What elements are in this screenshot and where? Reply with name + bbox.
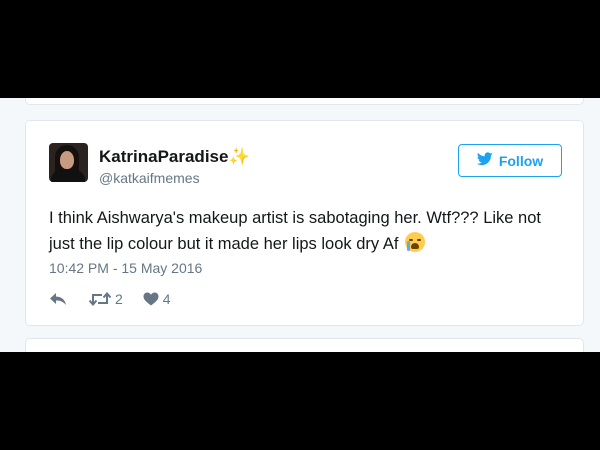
retweet-button[interactable]: 2	[89, 291, 123, 307]
like-button[interactable]: 4	[143, 291, 171, 307]
retweet-icon	[89, 292, 111, 306]
tweet-actions: 2 4	[49, 287, 171, 311]
like-count: 4	[162, 291, 171, 307]
follow-label: Follow	[498, 152, 544, 169]
twitter-bird-icon	[476, 152, 493, 169]
avatar[interactable]	[49, 143, 88, 182]
next-tweet-card	[25, 338, 584, 352]
tweet-timestamp[interactable]: 10:42 PM - 15 May 2016	[49, 260, 202, 276]
reply-icon	[49, 292, 67, 306]
heart-icon	[143, 292, 159, 306]
previous-tweet-card	[25, 98, 584, 105]
retweet-count: 2	[115, 291, 123, 307]
tweet-card: KatrinaParadise✨ @katkaifmemes Follow I …	[25, 120, 584, 326]
user-handle[interactable]: @katkaifmemes	[99, 170, 200, 186]
follow-button[interactable]: Follow	[458, 144, 562, 177]
tweet-text: I think Aishwarya's makeup artist is sab…	[49, 205, 569, 257]
display-name[interactable]: KatrinaParadise✨	[99, 147, 250, 167]
reply-button[interactable]	[49, 292, 67, 306]
loudly-crying-face-icon	[405, 232, 426, 252]
tweet-embed-area: KatrinaParadise✨ @katkaifmemes Follow I …	[0, 98, 600, 352]
tweet-text-content: I think Aishwarya's makeup artist is sab…	[49, 209, 541, 253]
